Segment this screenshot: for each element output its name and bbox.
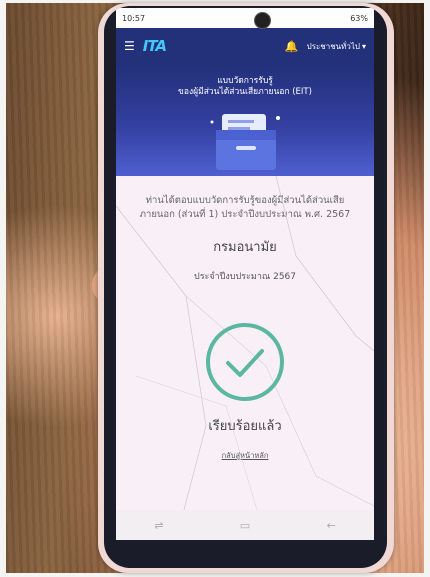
recent-apps-icon[interactable]: ⇌ [154,519,163,532]
bell-icon[interactable]: 🔔 [285,40,299,53]
chevron-down-icon: ▾ [361,41,366,51]
ita-logo[interactable]: ITA [143,37,167,55]
completion-status: เรียบร้อยแล้ว [208,419,282,434]
back-icon[interactable]: ← [327,519,336,532]
fiscal-year: ประจำปีงบประมาณ 2567 [193,272,296,282]
survey-title-line-1: แบบวัดการรับรู้ [217,76,273,86]
success-check-icon [206,323,284,401]
status-bar: 10:57 63% [116,8,374,28]
survey-title: แบบวัดการรับรู้ ของผู้มีส่วนได้ส่วนเสียภ… [116,64,374,98]
intro-line-2: ภายนอก (ส่วนที่ 1) ประจำปีงบประมาณ พ.ศ. … [139,209,351,220]
organization-name: กรมอนามัย [213,240,277,255]
role-label: ประชาชนทั่วไป [306,41,360,51]
front-camera [254,12,271,29]
folder-illustration [210,114,280,170]
role-dropdown[interactable]: ประชาชนทั่วไป ▾ [307,40,366,53]
menu-icon[interactable]: ☰ [124,39,135,53]
android-nav-bar: ⇌ ▭ ← [116,510,374,540]
phone-screen: 10:57 63% ☰ ITA 🔔 ประชาชนทั่วไป ▾ แบบวัด… [116,8,374,540]
status-time: 10:57 [122,13,146,23]
intro-text: ท่านได้ตอบแบบวัดการรับรู้ของผู้มีส่วนได้… [116,176,374,222]
hero-banner: แบบวัดการรับรู้ ของผู้มีส่วนได้ส่วนเสียภ… [116,64,374,176]
status-battery: 63% [350,13,368,23]
check-icon [226,349,264,377]
result-card: ท่านได้ตอบแบบวัดการรับรู้ของผู้มีส่วนได้… [116,176,374,540]
phone: 10:57 63% ☰ ITA 🔔 ประชาชนทั่วไป ▾ แบบวัด… [104,6,387,568]
survey-title-line-2: ของผู้มีส่วนได้ส่วนเสียภายนอก (EIT) [178,87,312,97]
intro-line-1: ท่านได้ตอบแบบวัดการรับรู้ของผู้มีส่วนได้… [145,195,345,206]
home-icon[interactable]: ▭ [240,519,250,532]
back-to-home-link[interactable]: กลับสู่หน้าหลัก [116,450,374,462]
app-bar: ☰ ITA 🔔 ประชาชนทั่วไป ▾ [116,28,374,64]
